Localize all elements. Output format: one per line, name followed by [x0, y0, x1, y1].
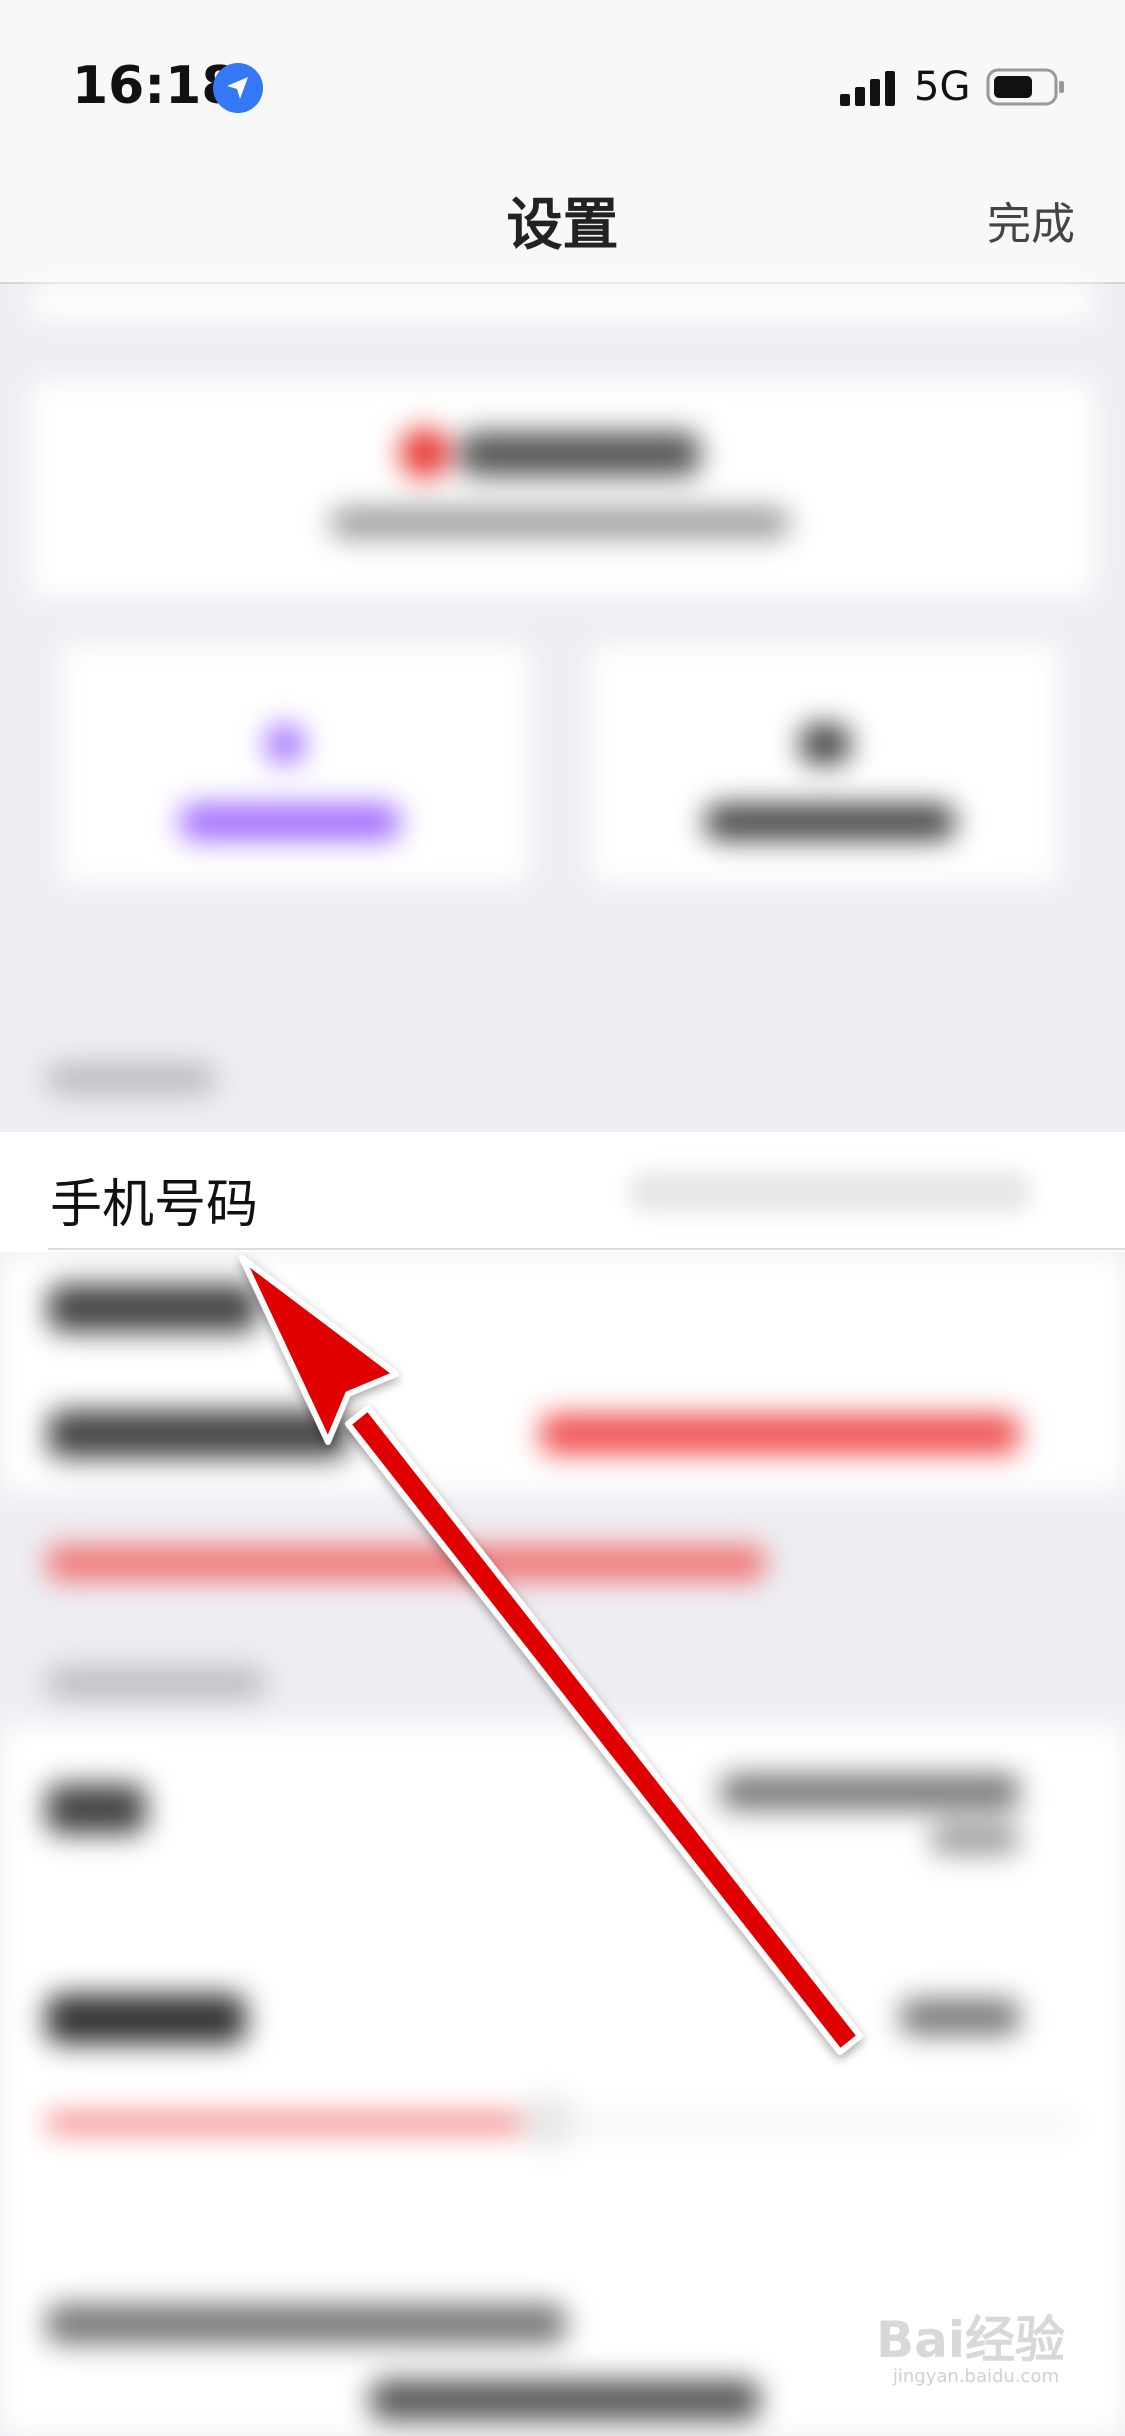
section-header-2 — [46, 1668, 266, 1698]
slider-fill — [46, 2116, 546, 2130]
settings-content: 手机号码 — [0, 284, 1125, 2436]
location-arrow-icon — [213, 63, 263, 113]
done-button[interactable]: 完成 — [987, 188, 1075, 252]
pref-row-2-value — [900, 1999, 1020, 2035]
page-title: 设置 — [506, 193, 619, 258]
battery-icon — [986, 68, 1064, 106]
row-divider — [48, 1248, 1125, 1250]
watermark-url: jingyan.baidu.com — [892, 2366, 1059, 2387]
pref-row-1-sub — [930, 1824, 1020, 1854]
tile-right-icon — [800, 724, 850, 764]
tile-right-label — [705, 804, 955, 840]
top-card-strip — [30, 284, 1095, 320]
brand-logo-icon — [400, 428, 450, 478]
pref-row-2-label — [46, 1994, 246, 2044]
blurred-region — [0, 284, 1125, 2436]
tile-left-label — [180, 804, 400, 840]
tile-left[interactable] — [60, 644, 530, 884]
signal-bars-icon — [840, 71, 895, 106]
network-type: 5G — [914, 64, 971, 110]
watermark-logo: Bai经验 — [876, 2311, 1065, 2369]
banner-card — [30, 380, 1095, 598]
slider-thumb[interactable] — [520, 2094, 576, 2150]
brand-name — [460, 432, 700, 476]
section-header — [46, 1064, 216, 1094]
banner-subtitle — [330, 508, 790, 538]
nav-bar: 设置 完成 — [0, 150, 1125, 284]
pref-row-1-label — [46, 1784, 146, 1834]
phone-number-value — [630, 1172, 1030, 1212]
warning-text — [46, 1546, 766, 1580]
account-rows-card — [0, 1252, 1125, 1492]
bottom-bar — [370, 2380, 760, 2420]
row-3-value — [540, 1414, 1020, 1454]
status-bar: 16:18 5G — [0, 0, 1125, 150]
row-3-label — [48, 1410, 348, 1458]
tile-left-icon — [265, 724, 305, 764]
row-2-label — [48, 1284, 258, 1332]
phone-number-label: 手机号码 — [50, 1175, 259, 1235]
pref-row-1-value — [720, 1774, 1020, 1810]
tile-right[interactable] — [590, 644, 1060, 884]
phone-number-row[interactable]: 手机号码 — [0, 1132, 1125, 1252]
pref-row-3-label — [46, 2304, 566, 2344]
